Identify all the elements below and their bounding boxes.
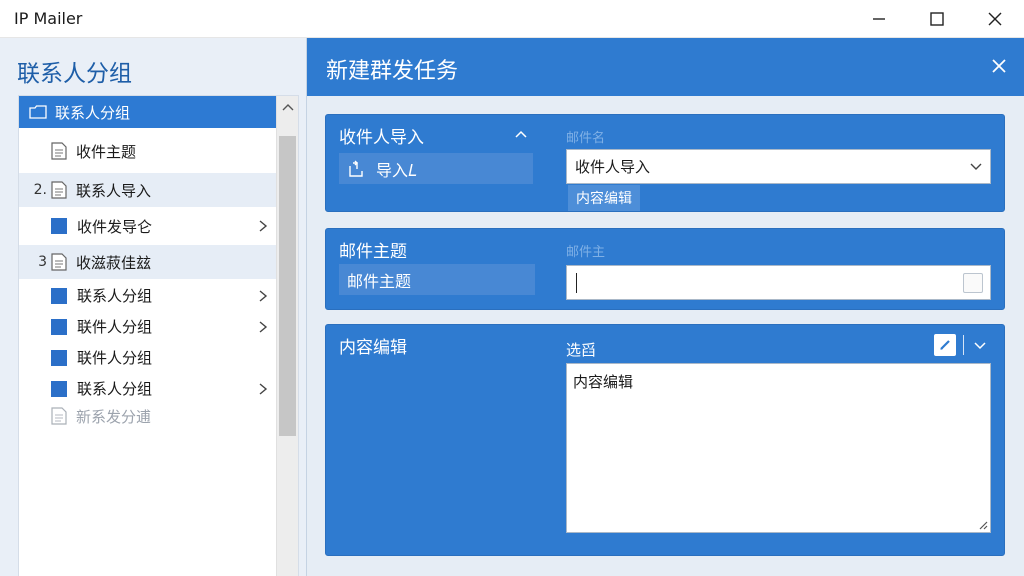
tree-item-group[interactable]: 收件发导仑	[19, 210, 276, 242]
document-icon	[51, 181, 67, 199]
title-bar: IP Mailer	[0, 0, 1024, 38]
tree-item-contact-groups[interactable]: 联系人分组	[19, 96, 276, 128]
close-window-button[interactable]	[966, 0, 1024, 38]
tree-item-label: 新系发分逋	[76, 407, 152, 426]
contact-group-tree: 联系人分组 收件主题 2. 联系人导入 收件发导仑 3 收滋菽佳玆 联系人分组 …	[18, 95, 299, 576]
tree-item-label: 联系人分组	[55, 103, 131, 122]
resize-grip-icon[interactable]	[978, 520, 988, 530]
tree-item-label: 收滋菽佳玆	[76, 253, 152, 272]
minimize-icon	[873, 18, 885, 20]
vertical-scrollbar[interactable]	[276, 96, 298, 576]
folder-icon	[29, 105, 47, 119]
chevron-up-icon	[282, 104, 294, 111]
tree-item-label: 联系人导入	[76, 181, 152, 200]
tree-item-label: 收件发导仑	[77, 217, 153, 236]
sidebar-title: 联系人分组	[17, 61, 132, 87]
section-title: 内容编辑	[339, 338, 407, 358]
tree-item-section-3[interactable]: 3 收滋菽佳玆	[19, 245, 276, 279]
field-label: 选舀	[566, 341, 597, 359]
document-icon	[51, 253, 67, 271]
close-panel-button[interactable]	[987, 54, 1011, 78]
close-icon	[992, 59, 1006, 73]
recipient-select[interactable]: 收件人导入	[566, 149, 991, 184]
import-button-label: 导入𝐿	[376, 160, 418, 180]
chevron-down-icon[interactable]	[974, 342, 986, 350]
chevron-right-icon	[259, 320, 268, 333]
section-title: 邮件主题	[339, 242, 407, 262]
section-title: 收件人导入	[339, 128, 424, 148]
content-textarea-value: 内容编辑	[573, 373, 634, 391]
tree-item-group[interactable]: 联系人分组	[19, 280, 276, 311]
close-icon	[988, 12, 1002, 26]
document-icon	[51, 142, 67, 160]
content-editor-card: 内容编辑 选舀 内容编辑	[325, 324, 1005, 556]
brush-icon	[940, 340, 950, 350]
edit-brush-button[interactable]	[934, 334, 956, 356]
tree-item-contact-import[interactable]: 2. 联系人导入	[19, 173, 276, 207]
page-title: 新建群发任务	[326, 59, 459, 84]
chevron-right-icon	[259, 382, 268, 395]
tree-item-number: 2.	[33, 182, 47, 198]
text-caret	[576, 273, 577, 293]
tree-item-label: 联系人分组	[77, 287, 153, 305]
square-icon	[51, 287, 67, 304]
square-icon	[51, 349, 67, 366]
new-broadcast-task-panel: 新建群发任务 收件人导入 邮件名 导入𝐿 收件人导入 内容编辑 邮件主题 邮件主…	[306, 38, 1024, 576]
subject-button[interactable]: 邮件主题	[339, 264, 535, 295]
app-title: IP Mailer	[14, 9, 83, 28]
field-label: 邮件主	[566, 245, 606, 260]
import-button[interactable]: 导入𝐿	[339, 153, 533, 184]
subject-input[interactable]	[566, 265, 991, 300]
toolbar-divider	[963, 335, 964, 355]
chevron-right-icon	[259, 289, 268, 302]
content-edit-tag[interactable]: 内容编辑	[568, 185, 640, 211]
recipient-import-card: 收件人导入 邮件名 导入𝐿 收件人导入 内容编辑	[325, 114, 1005, 212]
chevron-up-icon[interactable]	[515, 130, 527, 138]
square-icon	[51, 218, 67, 234]
tree-item-label: 联系人分组	[77, 380, 153, 398]
maximize-icon	[930, 12, 944, 26]
tree-item-label: 联件人分组	[77, 349, 153, 367]
minimize-button[interactable]	[850, 0, 908, 38]
chevron-right-icon	[259, 220, 268, 232]
tree-item-new[interactable]: 新系发分逋	[19, 402, 276, 430]
tree-item-label: 收件主题	[76, 142, 137, 161]
tree-item-group[interactable]: 联系人分组	[19, 373, 276, 404]
field-label: 邮件名	[566, 131, 606, 146]
square-icon	[51, 380, 67, 397]
chevron-down-icon	[970, 163, 982, 170]
scroll-thumb[interactable]	[279, 136, 296, 436]
recipient-select-value: 收件人导入	[575, 158, 651, 176]
main-header: 新建群发任务	[307, 38, 1024, 96]
content-textarea[interactable]: 内容编辑	[566, 363, 991, 533]
square-icon	[51, 318, 67, 335]
document-icon	[51, 407, 67, 425]
input-menu-icon[interactable]	[963, 273, 983, 293]
tree-item-label: 联件人分组	[77, 318, 153, 336]
tree-item-subject[interactable]: 收件主题	[19, 135, 276, 167]
maximize-button[interactable]	[908, 0, 966, 38]
sidebar: 联系人分组 联系人分组 收件主题 2. 联系人导入 收件发导仑 3 收滋菽佳玆 …	[0, 38, 306, 576]
import-icon	[349, 160, 363, 177]
scroll-up-button[interactable]	[277, 96, 299, 118]
tree-item-group[interactable]: 联件人分组	[19, 342, 276, 373]
subject-card: 邮件主题 邮件主 邮件主题	[325, 228, 1005, 310]
tree-item-number: 3	[38, 254, 47, 270]
tree-item-group[interactable]: 联件人分组	[19, 311, 276, 342]
